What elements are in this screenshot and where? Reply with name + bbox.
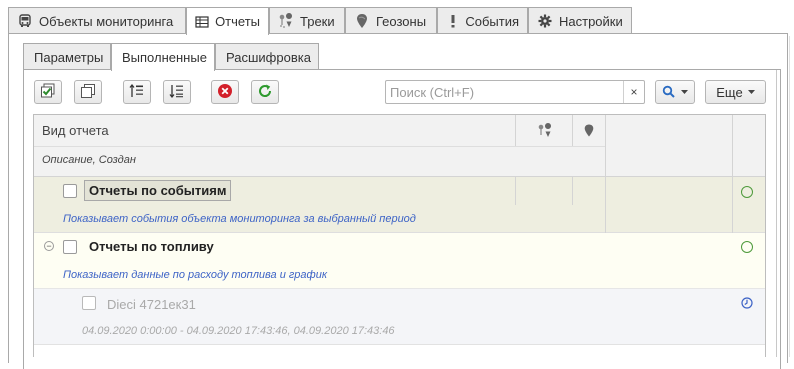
search-box: × <box>385 80 645 104</box>
tab-label: Отчеты <box>215 14 260 29</box>
table-row[interactable]: Dieci 4721ек31 04.09.2020 0:00:00 - 04.0… <box>34 289 765 345</box>
column-divider <box>572 177 573 205</box>
tab-completed[interactable]: Выполненные <box>111 43 215 71</box>
column-divider <box>572 115 573 146</box>
table-icon <box>195 14 209 30</box>
column-header-description[interactable]: Описание, Создан <box>42 154 136 166</box>
check-all-button[interactable] <box>34 80 62 104</box>
row-checkbox[interactable] <box>63 240 77 254</box>
track-icon <box>278 13 294 29</box>
sort-down-icon <box>169 83 185 102</box>
column-header-tracks[interactable] <box>516 115 573 146</box>
refresh-button[interactable] <box>251 80 279 104</box>
expand-all-button[interactable] <box>163 80 191 104</box>
gear-icon <box>537 13 553 29</box>
more-button[interactable]: Еще <box>705 80 766 104</box>
report-description: Показывает данные по расходу топлива и г… <box>63 269 328 281</box>
chevron-down-icon <box>681 89 688 95</box>
top-tab-bar: Объекты мониторинга Отчеты Треки Геозоны… <box>8 7 632 35</box>
search-button[interactable] <box>655 80 695 104</box>
clear-search-button[interactable]: × <box>623 81 644 103</box>
refresh-icon <box>257 83 273 102</box>
tab-parameters[interactable]: Параметры <box>23 43 111 70</box>
status-circle-icon <box>741 186 753 198</box>
geozone-icon <box>583 123 595 138</box>
collapse-icon[interactable]: − <box>44 241 54 251</box>
delete-icon <box>217 83 233 102</box>
tab-label: Выполненные <box>122 50 207 65</box>
tab-label: Объекты мониторинга <box>39 13 174 29</box>
column-header-geozones[interactable] <box>573 115 605 146</box>
tab-geozones[interactable]: Геозоны <box>345 7 437 34</box>
row-checkbox[interactable] <box>82 296 96 310</box>
tab-tracks[interactable]: Треки <box>269 7 345 34</box>
sort-up-icon <box>129 83 145 102</box>
table-row[interactable]: − Отчеты по топливу Показывает данные по… <box>34 233 765 289</box>
column-divider <box>515 115 516 146</box>
tab-label: Параметры <box>34 49 104 65</box>
inner-tab-bar: Параметры Выполненные Расшифровка <box>23 43 319 71</box>
exclamation-icon <box>446 13 459 29</box>
bus-icon <box>17 13 33 29</box>
column-divider <box>732 177 733 233</box>
tab-label: Геозоны <box>376 13 427 29</box>
window-edge <box>789 36 790 357</box>
uncheck-all-icon <box>80 83 96 102</box>
chevron-down-icon <box>747 89 755 95</box>
clock-icon <box>741 297 753 312</box>
column-divider <box>515 177 516 205</box>
header-divider <box>34 146 605 147</box>
status-circle-icon <box>741 241 753 253</box>
more-label: Еще <box>716 84 743 100</box>
table-row[interactable]: Отчеты по событиям Показывает события об… <box>34 177 765 233</box>
tab-events[interactable]: События <box>437 7 528 34</box>
clear-icon: × <box>630 85 638 99</box>
geozone-icon <box>354 13 370 29</box>
delete-button[interactable] <box>211 80 239 104</box>
column-divider <box>605 177 606 233</box>
panel-edge <box>776 70 777 357</box>
column-header-report-type[interactable]: Вид отчета <box>42 123 109 138</box>
track-icon <box>537 122 553 139</box>
row-checkbox[interactable] <box>63 184 77 198</box>
tab-settings[interactable]: Настройки <box>528 7 632 34</box>
check-all-icon <box>40 83 56 102</box>
search-input[interactable] <box>386 81 622 103</box>
report-title: Отчеты по топливу <box>89 239 214 254</box>
magnifier-icon <box>662 85 676 99</box>
table-header: Вид отчета Описание, Создан <box>34 115 765 177</box>
tab-label: События <box>465 13 519 29</box>
reports-table: Вид отчета Описание, Создан Отчеты по со… <box>33 114 766 357</box>
report-period: 04.09.2020 0:00:00 - 04.09.2020 17:43:46… <box>82 325 395 337</box>
tab-monitoring-objects[interactable]: Объекты мониторинга <box>8 7 186 34</box>
collapse-all-button[interactable] <box>123 80 151 104</box>
tab-label: Настройки <box>559 13 623 29</box>
tab-label: Треки <box>300 13 335 29</box>
tab-label: Расшифровка <box>226 49 311 65</box>
report-description: Показывает события объекта мониторинга з… <box>63 213 416 225</box>
object-name: Dieci 4721ек31 <box>107 297 196 312</box>
tab-decoding[interactable]: Расшифровка <box>215 43 319 70</box>
report-title: Отчеты по событиям <box>84 180 232 201</box>
tab-reports[interactable]: Отчеты <box>186 7 269 35</box>
uncheck-all-button[interactable] <box>74 80 102 104</box>
